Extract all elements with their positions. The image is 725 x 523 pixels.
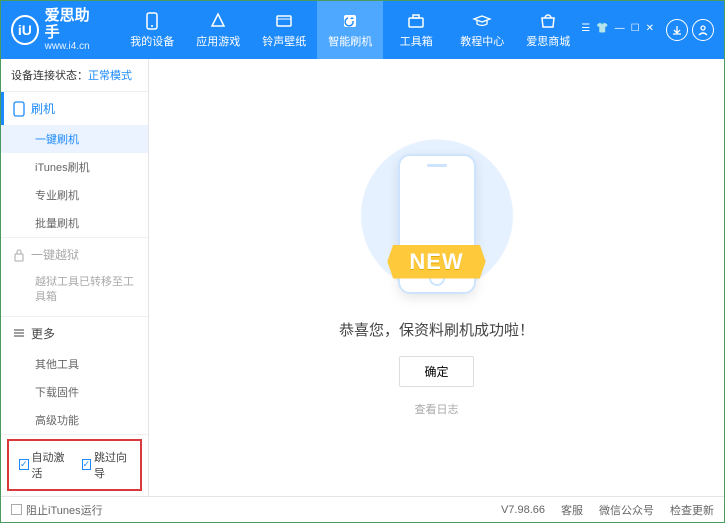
sidebar-more[interactable]: 更多 (1, 317, 148, 350)
ok-button[interactable]: 确定 (399, 356, 473, 387)
jailbreak-note: 越狱工具已转移至工具箱 (1, 271, 148, 316)
apps-icon (208, 12, 228, 30)
status-label: 设备连接状态： (11, 70, 88, 82)
sidebar-pro-flash[interactable]: 专业刷机 (1, 181, 148, 209)
tutorial-icon (472, 12, 492, 30)
close-icon[interactable]: ✕ (646, 23, 654, 34)
header-right: ☰ 👕 — ☐ ✕ (581, 19, 714, 41)
view-log-link[interactable]: 查看日志 (415, 401, 459, 417)
skin-icon[interactable]: 👕 (596, 23, 608, 34)
sidebar-jailbreak[interactable]: 一键越狱 (1, 238, 148, 271)
skip-guide-checkbox[interactable]: ✓跳过向导 (82, 449, 131, 481)
nav-my-device[interactable]: 我的设备 (119, 1, 185, 59)
device-icon (142, 12, 162, 30)
brand-logo-icon: iU (11, 15, 39, 45)
nav-label: 应用游戏 (196, 33, 240, 49)
sidebar-download-fw[interactable]: 下载固件 (1, 378, 148, 406)
sidebar-item-label: 更多 (31, 325, 55, 342)
brand-title: 爱思助手 (45, 8, 100, 41)
sidebar-advanced[interactable]: 高级功能 (1, 406, 148, 434)
connection-status: 设备连接状态：正常模式 (1, 59, 148, 92)
nav-label: 教程中心 (460, 33, 504, 49)
download-button[interactable] (666, 19, 688, 41)
sidebar-item-label: 一键越狱 (31, 246, 79, 263)
customer-service-link[interactable]: 客服 (561, 502, 583, 518)
menu-icon[interactable]: ☰ (581, 23, 590, 34)
check-update-link[interactable]: 检查更新 (670, 502, 714, 518)
nav-toolbox[interactable]: 工具箱 (383, 1, 449, 59)
user-button[interactable] (692, 19, 714, 41)
nav-shop[interactable]: 爱思商城 (515, 1, 581, 59)
nav-label: 我的设备 (130, 33, 174, 49)
minimize-icon[interactable]: — (615, 23, 625, 34)
sidebar-other-tools[interactable]: 其他工具 (1, 350, 148, 378)
nav-label: 智能刷机 (328, 33, 372, 49)
device-info[interactable]: iPhone 12 mini 64GB Down-12mini-13,1 (1, 495, 148, 496)
window-controls: ☰ 👕 — ☐ ✕ (581, 19, 654, 34)
footer: 阻止iTunes运行 V7.98.66 客服 微信公众号 检查更新 (1, 496, 724, 522)
sidebar-itunes-flash[interactable]: iTunes刷机 (1, 153, 148, 181)
success-message: 恭喜您，保资料刷机成功啦！ (339, 319, 534, 340)
new-ribbon: NEW (387, 245, 485, 279)
flash-icon (340, 12, 360, 30)
nav-flash[interactable]: 智能刷机 (317, 1, 383, 59)
maximize-icon[interactable]: ☐ (631, 23, 640, 34)
sidebar: 设备连接状态：正常模式 刷机 一键刷机 iTunes刷机 专业刷机 批量刷机 一… (1, 59, 149, 496)
phone-icon (13, 101, 25, 117)
nav-label: 铃声壁纸 (262, 33, 306, 49)
block-itunes-checkbox[interactable]: 阻止iTunes运行 (11, 502, 103, 518)
brand: iU 爱思助手 www.i4.cn (11, 8, 99, 52)
nav-ringtones[interactable]: 铃声壁纸 (251, 1, 317, 59)
flash-options-group: ✓自动激活 ✓跳过向导 (7, 439, 142, 491)
brand-subtitle: www.i4.cn (45, 41, 100, 52)
nav-label: 爱思商城 (526, 33, 570, 49)
shop-icon (538, 12, 558, 30)
nav-apps[interactable]: 应用游戏 (185, 1, 251, 59)
sidebar-batch-flash[interactable]: 批量刷机 (1, 209, 148, 237)
music-icon (274, 12, 294, 30)
status-value: 正常模式 (88, 70, 132, 82)
more-icon (13, 327, 25, 339)
lock-icon (13, 248, 25, 262)
nav-label: 工具箱 (400, 33, 433, 49)
toolbox-icon (406, 12, 426, 30)
nav-tutorials[interactable]: 教程中心 (449, 1, 515, 59)
sidebar-item-label: 刷机 (31, 100, 55, 117)
app-header: iU 爱思助手 www.i4.cn 我的设备 应用游戏 铃声壁纸 智能刷机 (1, 1, 724, 59)
auto-activate-checkbox[interactable]: ✓自动激活 (19, 449, 68, 481)
sidebar-flash[interactable]: 刷机 (1, 92, 148, 125)
version-label: V7.98.66 (501, 504, 545, 516)
sidebar-oneclick-flash[interactable]: 一键刷机 (1, 125, 148, 153)
main-content: NEW 恭喜您，保资料刷机成功啦！ 确定 查看日志 (149, 59, 724, 496)
top-nav: 我的设备 应用游戏 铃声壁纸 智能刷机 工具箱 教程中心 (119, 1, 581, 59)
success-illustration: NEW (337, 139, 537, 309)
wechat-link[interactable]: 微信公众号 (599, 502, 654, 518)
